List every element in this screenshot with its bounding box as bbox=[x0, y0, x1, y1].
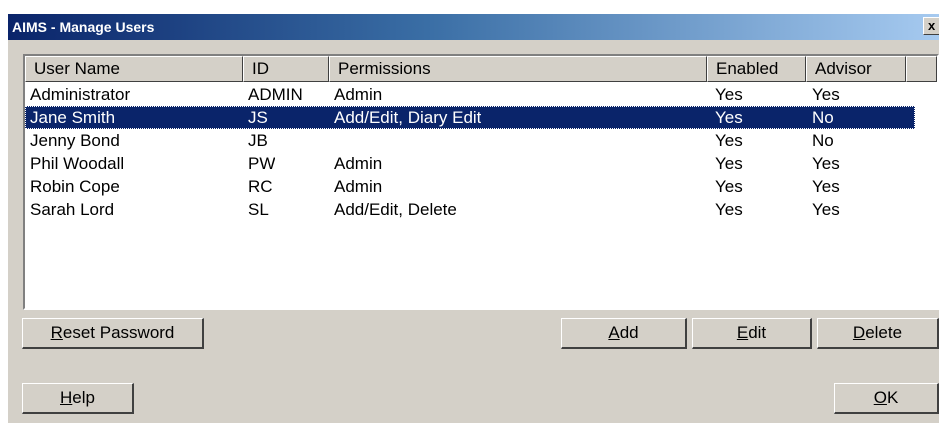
table-row[interactable]: Jane Smith JS Add/Edit, Diary Edit Yes No bbox=[25, 106, 915, 129]
cell-id: PW bbox=[248, 154, 276, 173]
cell-enabled: Yes bbox=[715, 177, 743, 196]
cell-user-name: Robin Cope bbox=[30, 177, 120, 196]
ok-label: K bbox=[886, 388, 899, 407]
cell-permissions: Add/Edit, Delete bbox=[334, 200, 457, 219]
cell-user-name: Sarah Lord bbox=[30, 200, 115, 219]
cell-id: JB bbox=[248, 131, 268, 150]
cell-permissions: Admin bbox=[334, 85, 383, 104]
column-header-advisor[interactable]: Advisor bbox=[806, 56, 906, 82]
cell-advisor: No bbox=[812, 131, 834, 150]
manage-users-window: AIMS - Manage Users x User Name ID Permi… bbox=[8, 14, 939, 423]
cell-enabled: Yes bbox=[715, 154, 743, 173]
close-button[interactable]: x bbox=[923, 17, 939, 35]
cell-advisor: Yes bbox=[812, 154, 840, 173]
cell-advisor: Yes bbox=[812, 200, 840, 219]
reset-password-mnemonic: R bbox=[50, 323, 63, 342]
reset-password-label: eset Password bbox=[62, 323, 175, 342]
column-header-id[interactable]: ID bbox=[243, 56, 329, 82]
edit-mnemonic: E bbox=[736, 323, 749, 342]
cell-permissions: Admin bbox=[334, 154, 383, 173]
cell-permissions: Admin bbox=[334, 177, 383, 196]
cell-permissions: Add/Edit, Diary Edit bbox=[334, 108, 482, 127]
column-header-user-name[interactable]: User Name bbox=[25, 56, 243, 82]
cell-id: SL bbox=[248, 200, 269, 219]
cell-user-name: Phil Woodall bbox=[30, 154, 125, 173]
help-button[interactable]: Help bbox=[22, 383, 134, 414]
cell-id: RC bbox=[248, 177, 273, 196]
column-header-filler bbox=[906, 56, 937, 82]
cell-advisor: Yes bbox=[812, 177, 840, 196]
cell-advisor: No bbox=[812, 108, 834, 127]
table-row[interactable]: Robin Cope RC Admin Yes Yes bbox=[25, 175, 915, 198]
cell-user-name: Jane Smith bbox=[30, 108, 116, 127]
help-mnemonic: H bbox=[60, 388, 73, 407]
close-icon: x bbox=[928, 18, 936, 33]
ok-mnemonic: O bbox=[873, 388, 887, 407]
help-label: elp bbox=[72, 388, 95, 407]
cell-enabled: Yes bbox=[715, 85, 743, 104]
window-title: AIMS - Manage Users bbox=[12, 19, 155, 35]
column-header-permissions[interactable]: Permissions bbox=[329, 56, 707, 82]
reset-password-button[interactable]: Reset Password bbox=[22, 318, 204, 349]
list-header: User Name ID Permissions Enabled Advisor bbox=[25, 56, 937, 82]
add-button[interactable]: Add bbox=[561, 318, 687, 349]
cell-enabled: Yes bbox=[715, 200, 743, 219]
column-header-enabled[interactable]: Enabled bbox=[707, 56, 806, 82]
cell-enabled: Yes bbox=[715, 131, 743, 150]
cell-id: ADMIN bbox=[248, 85, 303, 104]
delete-label: elete bbox=[865, 323, 903, 342]
edit-button[interactable]: Edit bbox=[692, 318, 812, 349]
title-bar[interactable]: AIMS - Manage Users x bbox=[8, 14, 939, 40]
cell-advisor: Yes bbox=[812, 85, 840, 104]
ok-button[interactable]: OK bbox=[834, 383, 939, 414]
table-row[interactable]: Sarah Lord SL Add/Edit, Delete Yes Yes bbox=[25, 198, 915, 221]
cell-user-name: Jenny Bond bbox=[30, 131, 120, 150]
delete-mnemonic: D bbox=[852, 323, 866, 342]
add-mnemonic: A bbox=[608, 323, 620, 342]
cell-user-name: Administrator bbox=[30, 85, 131, 104]
table-row[interactable]: Administrator ADMIN Admin Yes Yes bbox=[25, 83, 915, 106]
table-row[interactable]: Jenny Bond JB Yes No bbox=[25, 129, 915, 152]
add-label: dd bbox=[619, 323, 639, 342]
cell-id: JS bbox=[248, 108, 268, 127]
delete-button[interactable]: Delete bbox=[817, 318, 939, 349]
users-list[interactable]: User Name ID Permissions Enabled Advisor… bbox=[23, 54, 939, 310]
cell-enabled: Yes bbox=[715, 108, 743, 127]
table-row[interactable]: Phil Woodall PW Admin Yes Yes bbox=[25, 152, 915, 175]
edit-label: dit bbox=[748, 323, 767, 342]
